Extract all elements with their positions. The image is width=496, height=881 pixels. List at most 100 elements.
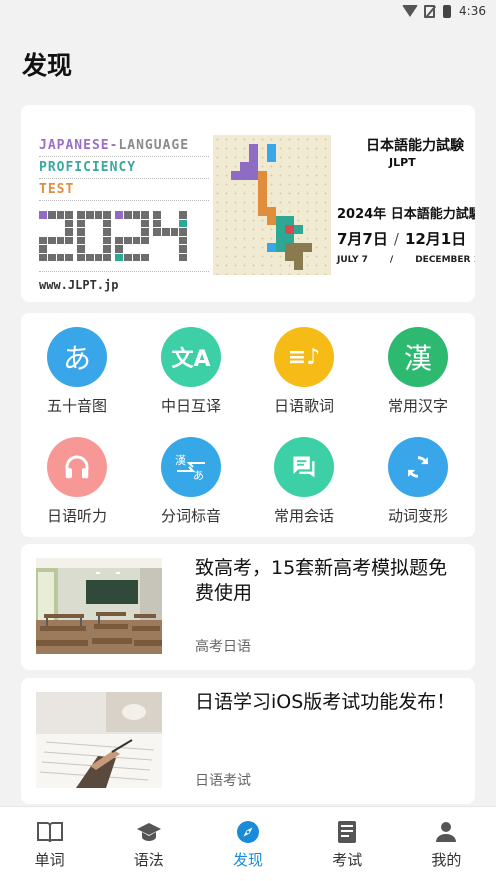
banner-date2-en: DECEMBER 1 — [415, 255, 475, 265]
map-pixel — [240, 171, 249, 180]
map-pixel — [276, 234, 285, 243]
banner-right-text: 日本語能力試験 JLPT 2024年 日本語能力試験 7月7日/12月1日 JU… — [337, 135, 475, 265]
japan-map-pixel-art — [213, 135, 331, 275]
article-title: 日语学习iOS版考试功能发布！ — [195, 691, 456, 713]
feature-label: 动词变形 — [387, 507, 448, 525]
feature-lyrics[interactable]: ≡♪ 日语歌词 — [256, 327, 352, 416]
compass-icon — [235, 819, 261, 845]
feature-gojuon[interactable]: あ 五十音图 — [29, 327, 125, 416]
map-pixel — [285, 234, 294, 243]
map-pixel — [267, 153, 276, 162]
segment-furigana-icon: 漢あ — [161, 437, 221, 497]
lyrics-icon: ≡♪ — [274, 327, 334, 387]
map-pixel — [294, 243, 303, 252]
banner-logo-title: 日本語能力試験 — [366, 138, 464, 154]
map-pixel — [285, 252, 294, 261]
map-pixel — [294, 225, 303, 234]
feature-segmentation[interactable]: 漢あ 分词标音 — [143, 437, 239, 526]
map-pixel — [258, 171, 267, 180]
feature-listening[interactable]: 日语听力 — [29, 437, 125, 526]
map-pixel — [276, 216, 285, 225]
headphones-icon — [47, 437, 107, 497]
feature-label: 日语歌词 — [273, 397, 334, 415]
refresh-icon — [388, 437, 448, 497]
map-pixel — [267, 243, 276, 252]
tab-words[interactable]: 单词 — [0, 807, 99, 881]
tab-profile[interactable]: 我的 — [397, 807, 496, 881]
feature-kanji[interactable]: 漢 常用汉字 — [370, 327, 466, 416]
tab-exam[interactable]: 考试 — [298, 807, 397, 881]
banner-date1: 7月7日 — [337, 230, 388, 248]
feature-label: 日语听力 — [46, 507, 107, 525]
tab-discover[interactable]: 发现 — [198, 807, 297, 881]
feature-grid: あ 五十音图 文A 中日互译 ≡♪ 日语歌词 漢 常用汉字 日语听力 漢あ 分词… — [21, 313, 475, 537]
map-pixel — [276, 225, 285, 234]
map-pixel — [231, 171, 240, 180]
map-pixel — [258, 189, 267, 198]
translate-icon: 文A — [161, 327, 221, 387]
map-pixel — [303, 243, 312, 252]
page-title: 发现 — [22, 51, 73, 80]
banner-line1a: JAPANESE- — [39, 138, 119, 153]
feature-label: 中日互译 — [160, 397, 221, 415]
feature-label: 常用汉字 — [387, 397, 448, 415]
article-card[interactable]: 致高考，15套新高考模拟题免费使用 高考日语 — [21, 544, 475, 670]
tab-label: 发现 — [233, 851, 264, 869]
svg-text:あ: あ — [193, 469, 204, 482]
classroom-image — [36, 558, 162, 654]
banner-line1b: LANGUAGE — [118, 138, 190, 153]
map-pixel — [249, 144, 258, 153]
map-pixel — [258, 207, 267, 216]
writing-exam-image — [36, 692, 162, 788]
chat-icon — [274, 437, 334, 497]
article-category: 高考日语 — [195, 639, 251, 655]
map-pixel — [267, 144, 276, 153]
pixel-year-graphic — [39, 211, 209, 261]
map-pixel — [294, 252, 303, 261]
tab-label: 语法 — [133, 851, 164, 869]
wifi-icon — [402, 5, 419, 17]
map-pixel — [249, 162, 258, 171]
book-icon — [36, 819, 63, 845]
map-pixel — [240, 162, 249, 171]
feature-translate[interactable]: 文A 中日互译 — [143, 327, 239, 416]
map-pixel — [249, 153, 258, 162]
feature-conversation[interactable]: 常用会话 — [256, 437, 352, 526]
banner-logo-abbr: JLPT — [389, 156, 416, 169]
no-sim-icon — [424, 4, 436, 18]
feature-label: 常用会话 — [273, 507, 334, 525]
article-category: 日语考试 — [195, 773, 251, 789]
person-icon — [433, 819, 459, 845]
bottom-navigation: 单词 语法 发现 考试 我的 — [0, 806, 496, 881]
graduation-cap-icon — [136, 819, 162, 845]
banner-date1-en: JULY 7 — [337, 255, 368, 265]
battery-icon — [443, 4, 452, 18]
map-pixel — [258, 198, 267, 207]
banner-left-text: JAPANESE-LANGUAGE PROFICIENCY TEST www.J… — [39, 135, 209, 292]
map-pixel — [249, 171, 258, 180]
status-time: 4:36 — [459, 4, 486, 18]
tab-grammar[interactable]: 语法 — [99, 807, 198, 881]
article-card[interactable]: 日语学习iOS版考试功能发布！ 日语考试 — [21, 678, 475, 804]
banner-url: www.JLPT.jp — [39, 271, 209, 292]
kanji-icon: 漢 — [388, 327, 448, 387]
tab-label: 考试 — [332, 851, 363, 869]
map-pixel — [267, 207, 276, 216]
banner-dates-en: JULY 7/DECEMBER 1 — [337, 255, 475, 265]
feature-label: 分词标音 — [160, 507, 221, 525]
map-pixel — [276, 243, 285, 252]
jlpt-banner[interactable]: JAPANESE-LANGUAGE PROFICIENCY TEST www.J… — [21, 105, 475, 302]
hiragana-icon: あ — [47, 327, 107, 387]
map-pixel — [285, 243, 294, 252]
tab-label: 我的 — [431, 851, 462, 869]
feature-label: 五十音图 — [46, 397, 107, 415]
map-pixel — [285, 225, 294, 234]
feature-verb-conjugation[interactable]: 动词变形 — [370, 437, 466, 526]
status-bar: 4:36 — [0, 0, 496, 22]
article-title: 致高考，15套新高考模拟题免费使用 — [195, 557, 448, 604]
banner-date2: 12月1日 — [404, 230, 467, 248]
map-pixel — [267, 216, 276, 225]
banner-line3: TEST — [39, 182, 75, 197]
map-pixel — [285, 216, 294, 225]
exam-icon — [334, 819, 360, 845]
